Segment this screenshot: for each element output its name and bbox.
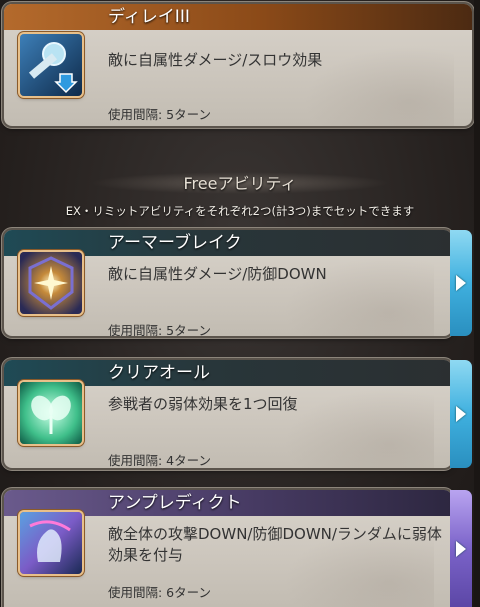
ability-card-delay[interactable]: ディレイIII 敵に自属性ダメージ/スロウ効果 使用間隔: 5ターン <box>4 4 472 126</box>
ability-description: 敵全体の攻撃DOWN/防御DOWN/ランダムに弱体効果を付与 <box>108 525 442 564</box>
ability-cooldown: 使用間隔: 5ターン <box>108 107 212 122</box>
select-arrow-button[interactable] <box>450 490 472 607</box>
ability-cooldown: 使用間隔: 4ターン <box>108 453 212 468</box>
ability-title: アンプレディクト <box>108 493 242 513</box>
ability-card-unpredict[interactable]: アンプレディクト 敵全体の攻撃DOWN/防御DOWN/ランダムに弱体効果を付与 … <box>4 490 452 607</box>
ability-title: アーマーブレイク <box>108 233 242 253</box>
armor-break-icon <box>20 252 82 314</box>
ability-cooldown: 使用間隔: 6ターン <box>108 585 212 600</box>
ability-title-bar: ディレイIII <box>4 4 472 30</box>
ability-cooldown: 使用間隔: 5ターン <box>108 323 212 336</box>
chevron-right-icon <box>456 540 466 557</box>
ability-title: クリアオール <box>108 363 210 383</box>
ability-description: 敵に自属性ダメージ/防御DOWN <box>108 265 327 283</box>
delay-hourglass-icon <box>20 34 82 96</box>
chevron-right-icon <box>456 406 466 422</box>
ability-description: 敵に自属性ダメージ/スロウ効果 <box>108 51 323 69</box>
hand-spell-icon <box>20 512 82 574</box>
ability-description: 参戦者の弱体効果を1つ回復 <box>108 395 298 413</box>
chevron-right-icon <box>456 275 466 291</box>
clover-leaf-icon <box>20 382 82 444</box>
section-note: EX・リミットアビリティをそれぞれ2つ(計3つ)までセットできます <box>65 204 415 218</box>
ability-card-armor-break[interactable]: アーマーブレイク 敵に自属性ダメージ/防御DOWN 使用間隔: 5ターン <box>4 230 452 336</box>
ability-title: ディレイIII <box>108 7 190 27</box>
ability-card-clear-all[interactable]: クリアオール 参戦者の弱体効果を1つ回復 使用間隔: 4ターン <box>4 360 452 468</box>
select-arrow-button[interactable] <box>450 230 472 336</box>
select-arrow-button[interactable] <box>450 360 472 468</box>
section-header: Freeアビリティ <box>183 174 297 193</box>
right-edge-strip <box>474 0 480 607</box>
